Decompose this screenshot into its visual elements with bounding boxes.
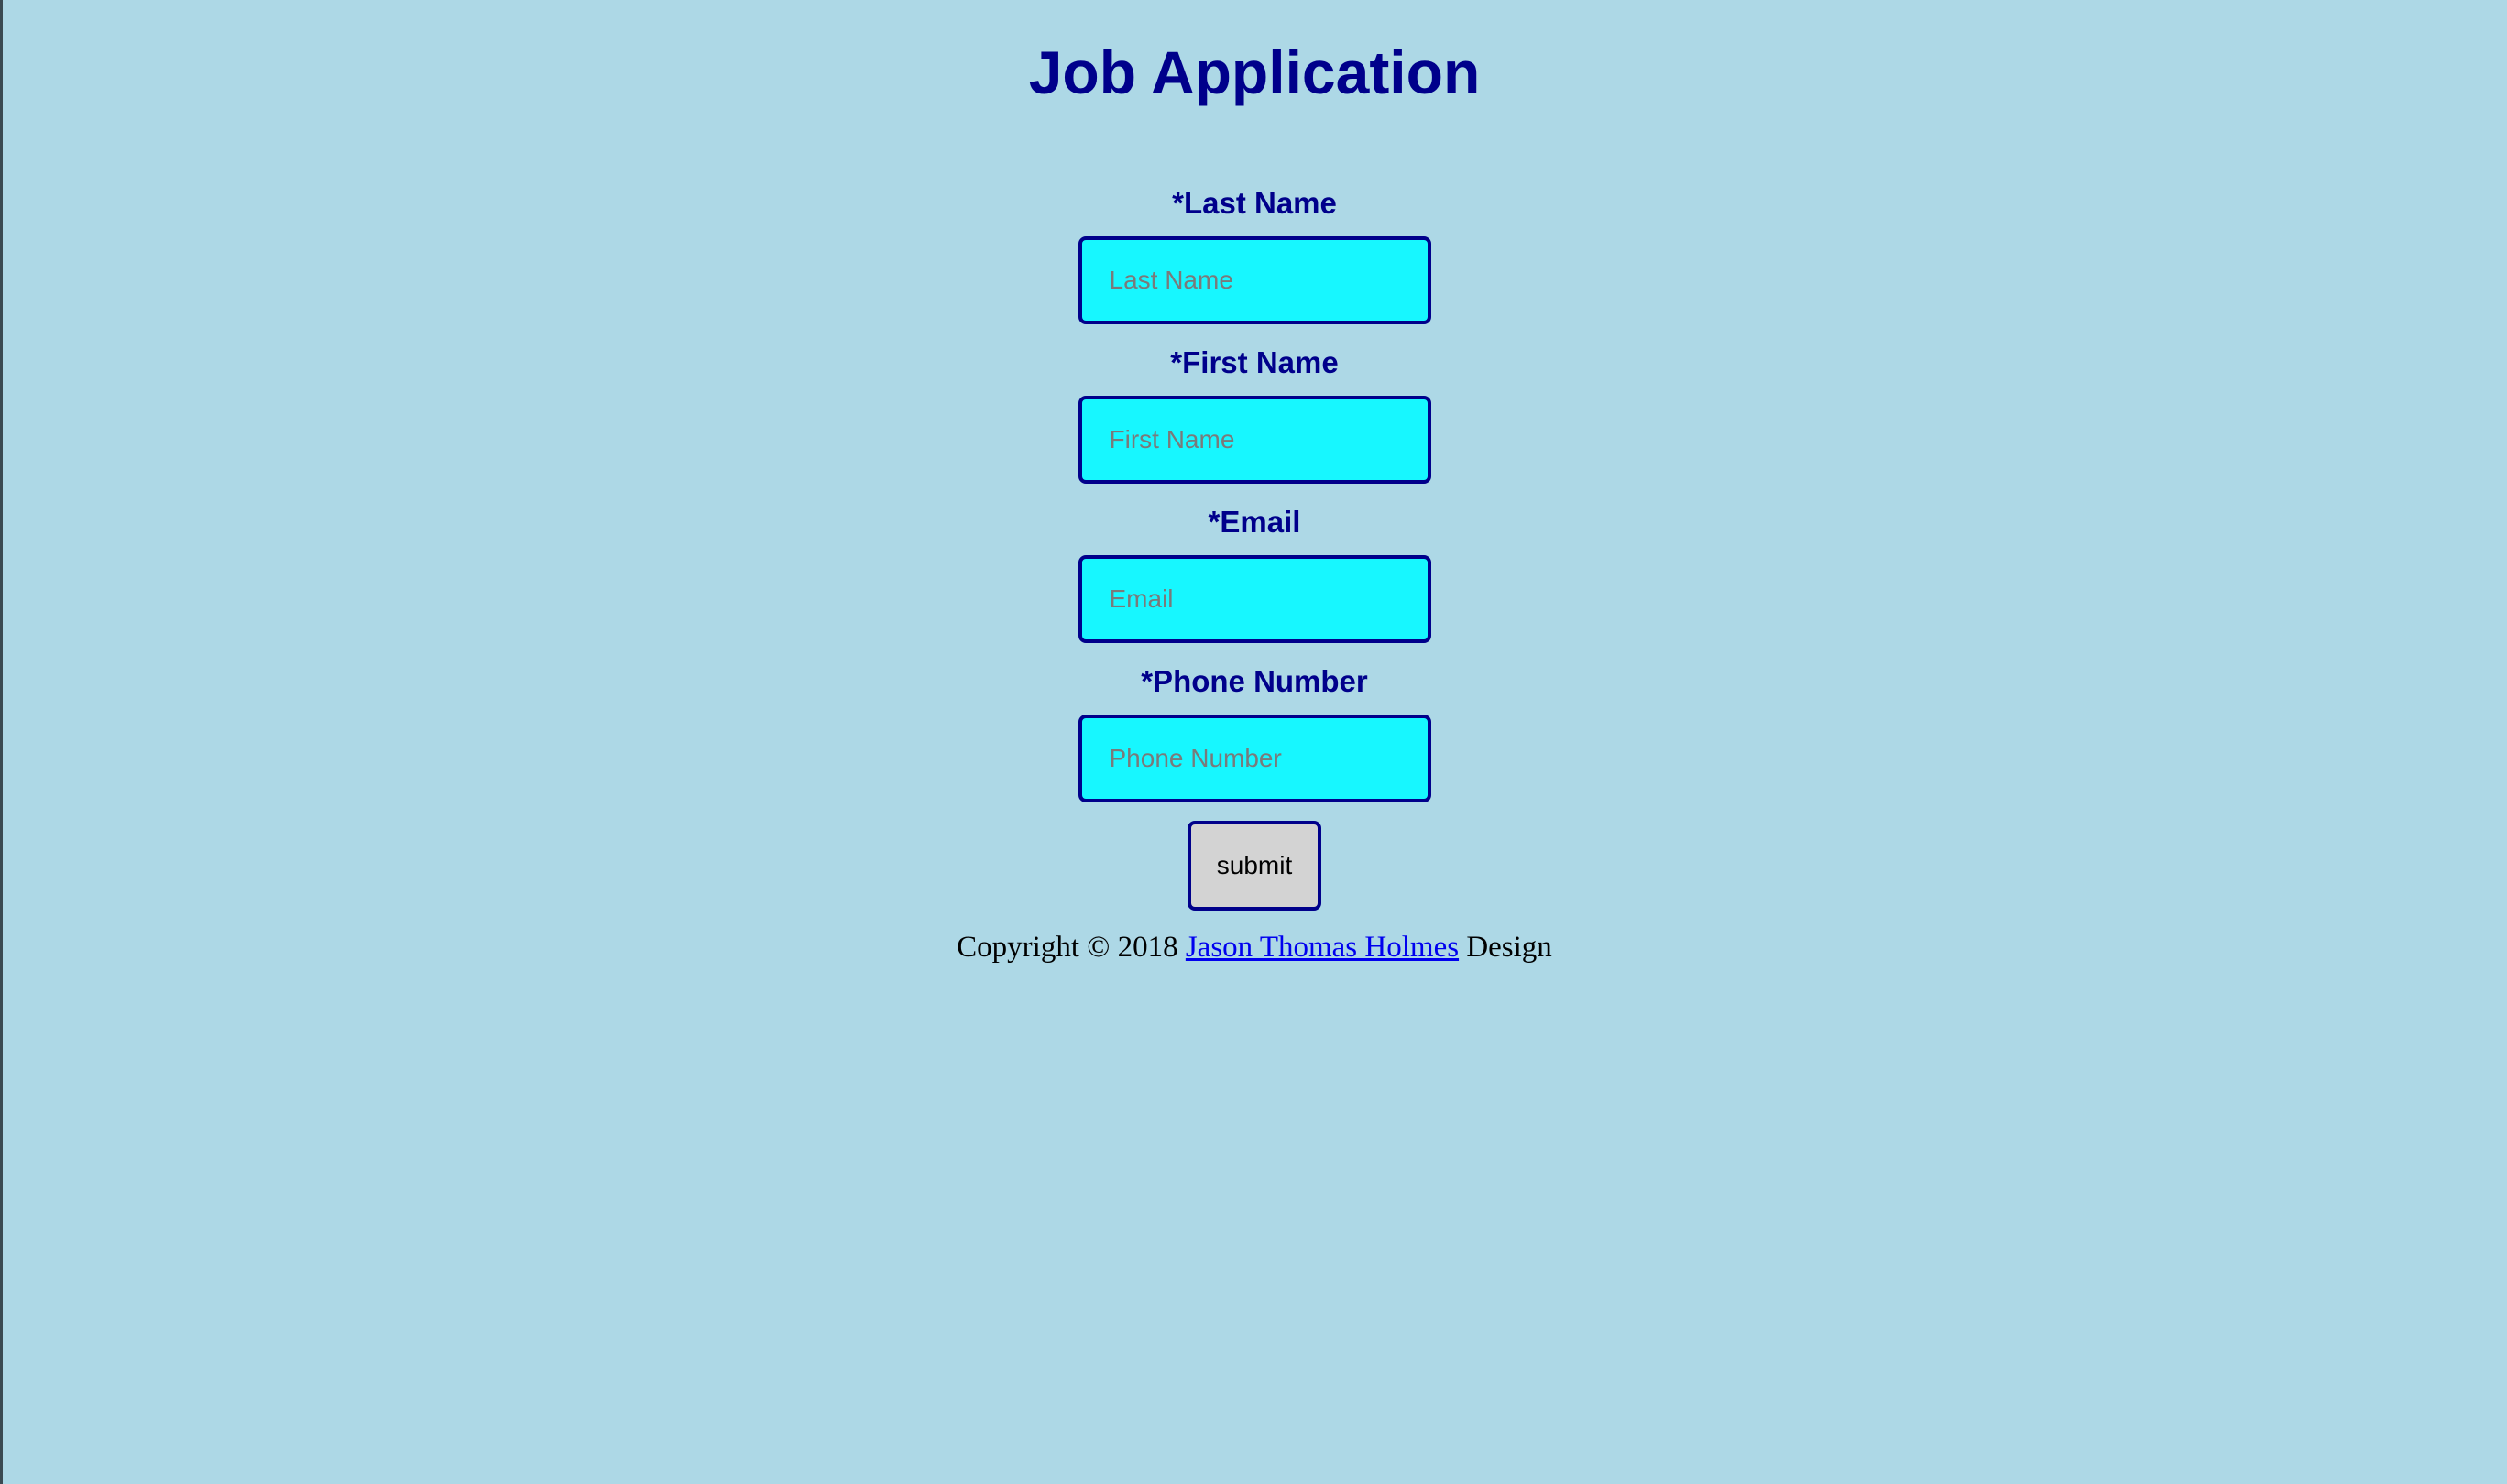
first-name-group: *First Name — [1078, 343, 1431, 484]
first-name-input[interactable] — [1078, 396, 1431, 484]
phone-number-label: *Phone Number — [1141, 664, 1368, 698]
copyright-prefix: Copyright © 2018 — [957, 931, 1178, 964]
email-input[interactable] — [1078, 555, 1431, 643]
submit-button[interactable]: submit — [1188, 821, 1321, 911]
copyright-footer: Copyright © 2018 Jason Thomas Holmes Des… — [957, 927, 1552, 967]
email-group: *Email — [1078, 502, 1431, 643]
job-application-form: *Last Name *First Name *Email *Phone Num… — [1078, 183, 1431, 911]
email-label: *Email — [1208, 505, 1301, 539]
last-name-input[interactable] — [1078, 236, 1431, 324]
last-name-label: *Last Name — [1172, 186, 1337, 220]
window-left-edge — [0, 0, 3, 1484]
first-name-label: *First Name — [1170, 345, 1339, 379]
phone-number-group: *Phone Number — [1078, 661, 1431, 802]
author-link[interactable]: Jason Thomas Holmes — [1186, 931, 1459, 964]
page-container: Job Application *Last Name *First Name *… — [0, 0, 2507, 967]
phone-number-input[interactable] — [1078, 715, 1431, 802]
page-title: Job Application — [1028, 38, 1481, 106]
last-name-group: *Last Name — [1078, 183, 1431, 324]
copyright-suffix: Design — [1466, 931, 1552, 964]
